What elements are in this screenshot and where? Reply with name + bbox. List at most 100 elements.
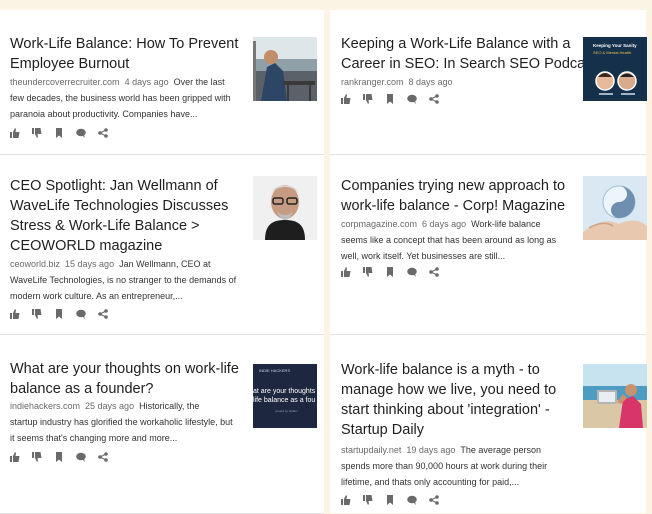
article-snippet-line: startup industry has glorified the worka… bbox=[10, 417, 233, 427]
share-icon[interactable] bbox=[98, 128, 108, 138]
article-source[interactable]: theundercoverrecruiter.com bbox=[10, 77, 120, 87]
article-actions bbox=[10, 309, 108, 319]
thumbs-down-icon[interactable] bbox=[32, 128, 42, 138]
article-title[interactable]: Keeping a Work-Life Balance with a Caree… bbox=[341, 34, 596, 74]
article-meta: ceoworld.biz 15 days ago Jan Wellmann, CEO… bbox=[10, 256, 236, 304]
comment-icon[interactable] bbox=[76, 128, 86, 138]
article-actions bbox=[10, 452, 108, 462]
article-title-line[interactable]: Companies trying new approach to bbox=[341, 176, 565, 196]
article-snippet-line: it seems that's changing more and more..… bbox=[10, 433, 178, 443]
share-icon[interactable] bbox=[98, 309, 108, 319]
comment-icon[interactable] bbox=[407, 94, 417, 104]
article-snippet-line: spends more than 90,000 hours at work du… bbox=[341, 461, 548, 471]
article-card[interactable]: Work-life balance is a myth - to manage … bbox=[330, 334, 647, 513]
thumbs-up-icon[interactable] bbox=[341, 267, 351, 277]
article-card[interactable]: Work-Life Balance: How To Prevent Employ… bbox=[0, 10, 324, 155]
bookmark-icon[interactable] bbox=[54, 309, 64, 319]
article-snippet-line: well, work itself. Yet businesses are st… bbox=[341, 251, 506, 261]
thumbs-down-icon[interactable] bbox=[363, 495, 373, 505]
comment-icon[interactable] bbox=[76, 309, 86, 319]
thumbs-down-icon[interactable] bbox=[32, 309, 42, 319]
thumbnail-footer: posted by builder bbox=[275, 409, 298, 413]
article-thumbnail[interactable] bbox=[253, 176, 317, 240]
article-actions bbox=[341, 94, 439, 104]
article-snippet-line: Historically, the bbox=[139, 401, 200, 411]
article-actions bbox=[341, 267, 439, 277]
article-title-line[interactable]: Work-life balance is a myth - to bbox=[341, 360, 556, 380]
comment-icon[interactable] bbox=[76, 452, 86, 462]
article-card[interactable]: What are your thoughts on work-life bala… bbox=[0, 334, 324, 514]
thumbs-up-icon[interactable] bbox=[341, 495, 351, 505]
article-title-line[interactable]: start thinking about 'integration' - bbox=[341, 400, 556, 420]
article-title-line[interactable]: Stress & Work-Life Balance > bbox=[10, 216, 228, 236]
article-thumbnail[interactable]: INDIE HACKERS at are your thoughts life … bbox=[253, 364, 317, 428]
share-icon[interactable] bbox=[429, 495, 439, 505]
article-source[interactable]: rankranger.com bbox=[341, 77, 404, 87]
article-meta: indiehackers.com 25 days ago Historically,… bbox=[10, 398, 233, 446]
article-age: 4 days ago bbox=[124, 77, 169, 87]
article-source[interactable]: indiehackers.com bbox=[10, 401, 80, 411]
thumbs-down-icon[interactable] bbox=[32, 452, 42, 462]
article-snippet-line: paranoia about productivity. Companies h… bbox=[10, 109, 198, 119]
article-title-line[interactable]: balance as a founder? bbox=[10, 379, 239, 399]
article-meta: rankranger.com 8 days ago bbox=[341, 74, 458, 90]
comment-icon[interactable] bbox=[407, 495, 417, 505]
article-title-line[interactable]: manage how we live, you need to bbox=[341, 380, 556, 400]
article-age: 8 days ago bbox=[408, 77, 453, 87]
article-title[interactable]: Work-Life Balance: How To Prevent Employ… bbox=[10, 34, 238, 74]
article-title-line[interactable]: Career in SEO: In Search SEO Podcast bbox=[341, 54, 596, 74]
article-card[interactable]: CEO Spotlight: Jan Wellmann of WaveLife … bbox=[0, 154, 324, 335]
article-thumbnail[interactable] bbox=[583, 364, 647, 428]
thumbnail-caption: at are your thoughts life balance as a f… bbox=[253, 387, 317, 405]
comment-icon[interactable] bbox=[407, 267, 417, 277]
article-source[interactable]: ceoworld.biz bbox=[10, 259, 60, 269]
article-title-line[interactable]: Employee Burnout bbox=[10, 54, 238, 74]
bookmark-icon[interactable] bbox=[54, 128, 64, 138]
share-icon[interactable] bbox=[429, 94, 439, 104]
article-source[interactable]: corpmagazine.com bbox=[341, 219, 417, 229]
article-thumbnail[interactable] bbox=[253, 37, 317, 101]
article-title-line[interactable]: CEOWORLD magazine bbox=[10, 236, 228, 256]
article-title-line[interactable]: Keeping a Work-Life Balance with a bbox=[341, 34, 596, 54]
article-age: 15 days ago bbox=[65, 259, 115, 269]
share-icon[interactable] bbox=[429, 267, 439, 277]
thumbs-up-icon[interactable] bbox=[341, 94, 351, 104]
article-actions bbox=[10, 128, 108, 138]
thumbs-down-icon[interactable] bbox=[363, 94, 373, 104]
share-icon[interactable] bbox=[98, 452, 108, 462]
article-title[interactable]: CEO Spotlight: Jan Wellmann of WaveLife … bbox=[10, 176, 228, 256]
article-title-line[interactable]: Startup Daily bbox=[341, 420, 556, 440]
article-thumbnail[interactable]: Keeping Your Sanity SEO & Mental Health bbox=[583, 37, 647, 101]
article-card[interactable]: Companies trying new approach to work-li… bbox=[330, 154, 647, 335]
article-thumbnail[interactable] bbox=[583, 176, 647, 240]
article-title-line[interactable]: work-life balance - Corp! Magazine bbox=[341, 196, 565, 216]
article-snippet-line: Work-life balance bbox=[471, 219, 541, 229]
article-meta: corpmagazine.com 6 days ago Work-life bala… bbox=[341, 216, 556, 264]
article-title[interactable]: What are your thoughts on work-life bala… bbox=[10, 359, 239, 399]
thumbs-down-icon[interactable] bbox=[363, 267, 373, 277]
article-title-line[interactable]: WaveLife Technologies Discusses bbox=[10, 196, 228, 216]
bookmark-icon[interactable] bbox=[385, 267, 395, 277]
thumbs-up-icon[interactable] bbox=[10, 309, 20, 319]
article-card[interactable]: Keeping a Work-Life Balance with a Caree… bbox=[330, 10, 647, 155]
left-column: Work-Life Balance: How To Prevent Employ… bbox=[0, 10, 324, 514]
article-title-line[interactable]: What are your thoughts on work-life bbox=[10, 359, 239, 379]
article-title[interactable]: Companies trying new approach to work-li… bbox=[341, 176, 565, 216]
article-title[interactable]: Work-life balance is a myth - to manage … bbox=[341, 360, 556, 440]
article-snippet-line: few decades, the business world has been… bbox=[10, 93, 231, 103]
bookmark-icon[interactable] bbox=[385, 94, 395, 104]
thumbs-up-icon[interactable] bbox=[10, 452, 20, 462]
article-source[interactable]: startupdaily.net bbox=[341, 445, 401, 455]
bookmark-icon[interactable] bbox=[385, 495, 395, 505]
article-title-line[interactable]: Work-Life Balance: How To Prevent bbox=[10, 34, 238, 54]
thumbs-up-icon[interactable] bbox=[10, 128, 20, 138]
bookmark-icon[interactable] bbox=[54, 452, 64, 462]
thumbnail-caption-line: at are your thoughts bbox=[253, 388, 316, 395]
article-snippet-line: WaveLife Technologies, is no stranger to… bbox=[10, 275, 237, 285]
article-age: 19 days ago bbox=[406, 445, 456, 455]
article-snippet-line: The average person bbox=[460, 445, 541, 455]
article-age: 25 days ago bbox=[85, 401, 135, 411]
article-title-line[interactable]: CEO Spotlight: Jan Wellmann of bbox=[10, 176, 228, 196]
article-snippet-line: Jan Wellmann, CEO at bbox=[119, 259, 211, 269]
article-meta: startupdaily.net 19 days ago The average p… bbox=[341, 442, 547, 490]
